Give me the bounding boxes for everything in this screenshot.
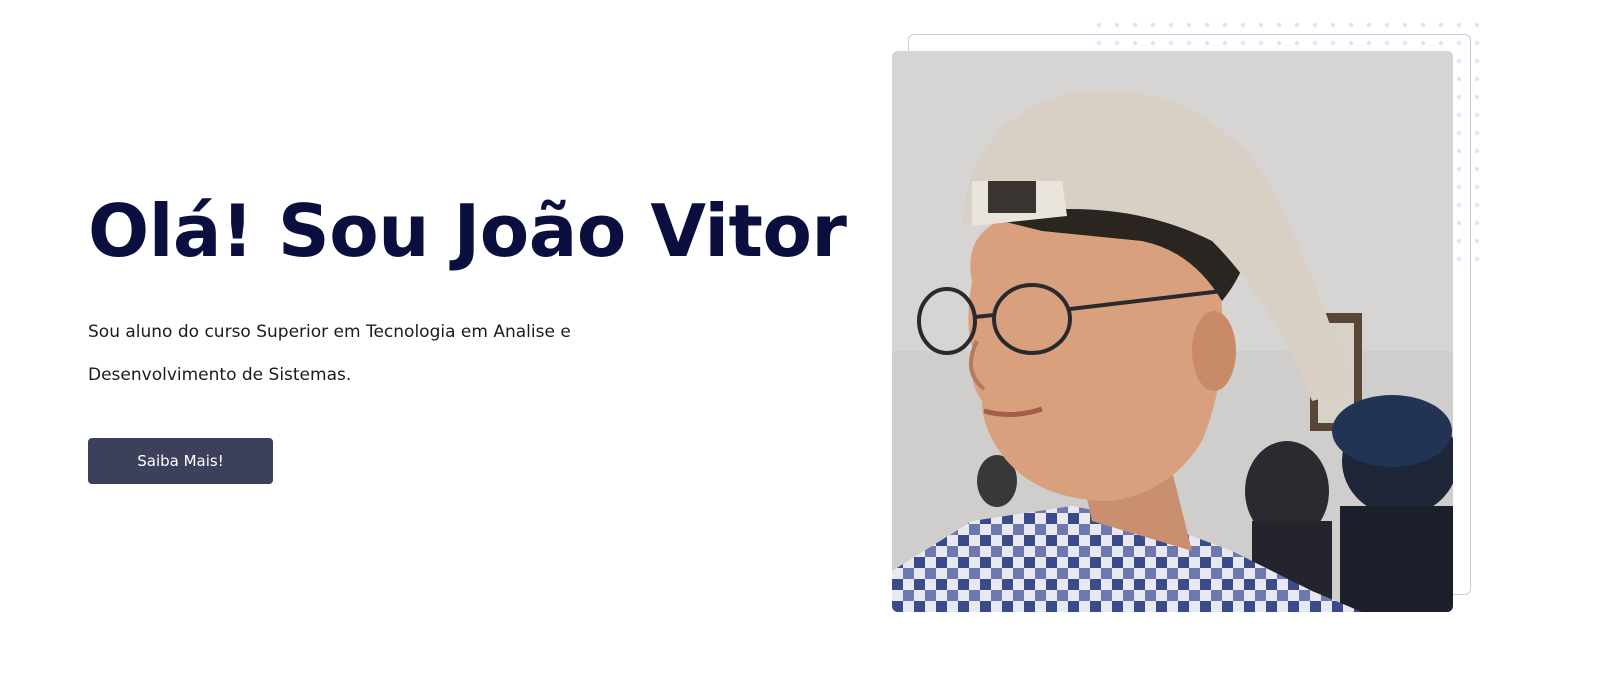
hero-description: Sou aluno do curso Superior em Tecnologi… bbox=[88, 311, 648, 397]
hero-heading-wrap: Olá! Sou João Vitor bbox=[88, 185, 848, 277]
hero-description-line-2: Desenvolvimento de Sistemas. bbox=[88, 365, 352, 385]
profile-photo bbox=[892, 51, 1453, 612]
hero-section: Olá! Sou João Vitor Sou aluno do curso S… bbox=[0, 0, 1600, 677]
profile-photo-illustration bbox=[892, 51, 1453, 612]
saiba-mais-button[interactable]: Saiba Mais! bbox=[88, 438, 273, 484]
hero-title: Olá! Sou João Vitor bbox=[88, 189, 847, 273]
hero-description-line-1: Sou aluno do curso Superior em Tecnologi… bbox=[88, 322, 571, 342]
